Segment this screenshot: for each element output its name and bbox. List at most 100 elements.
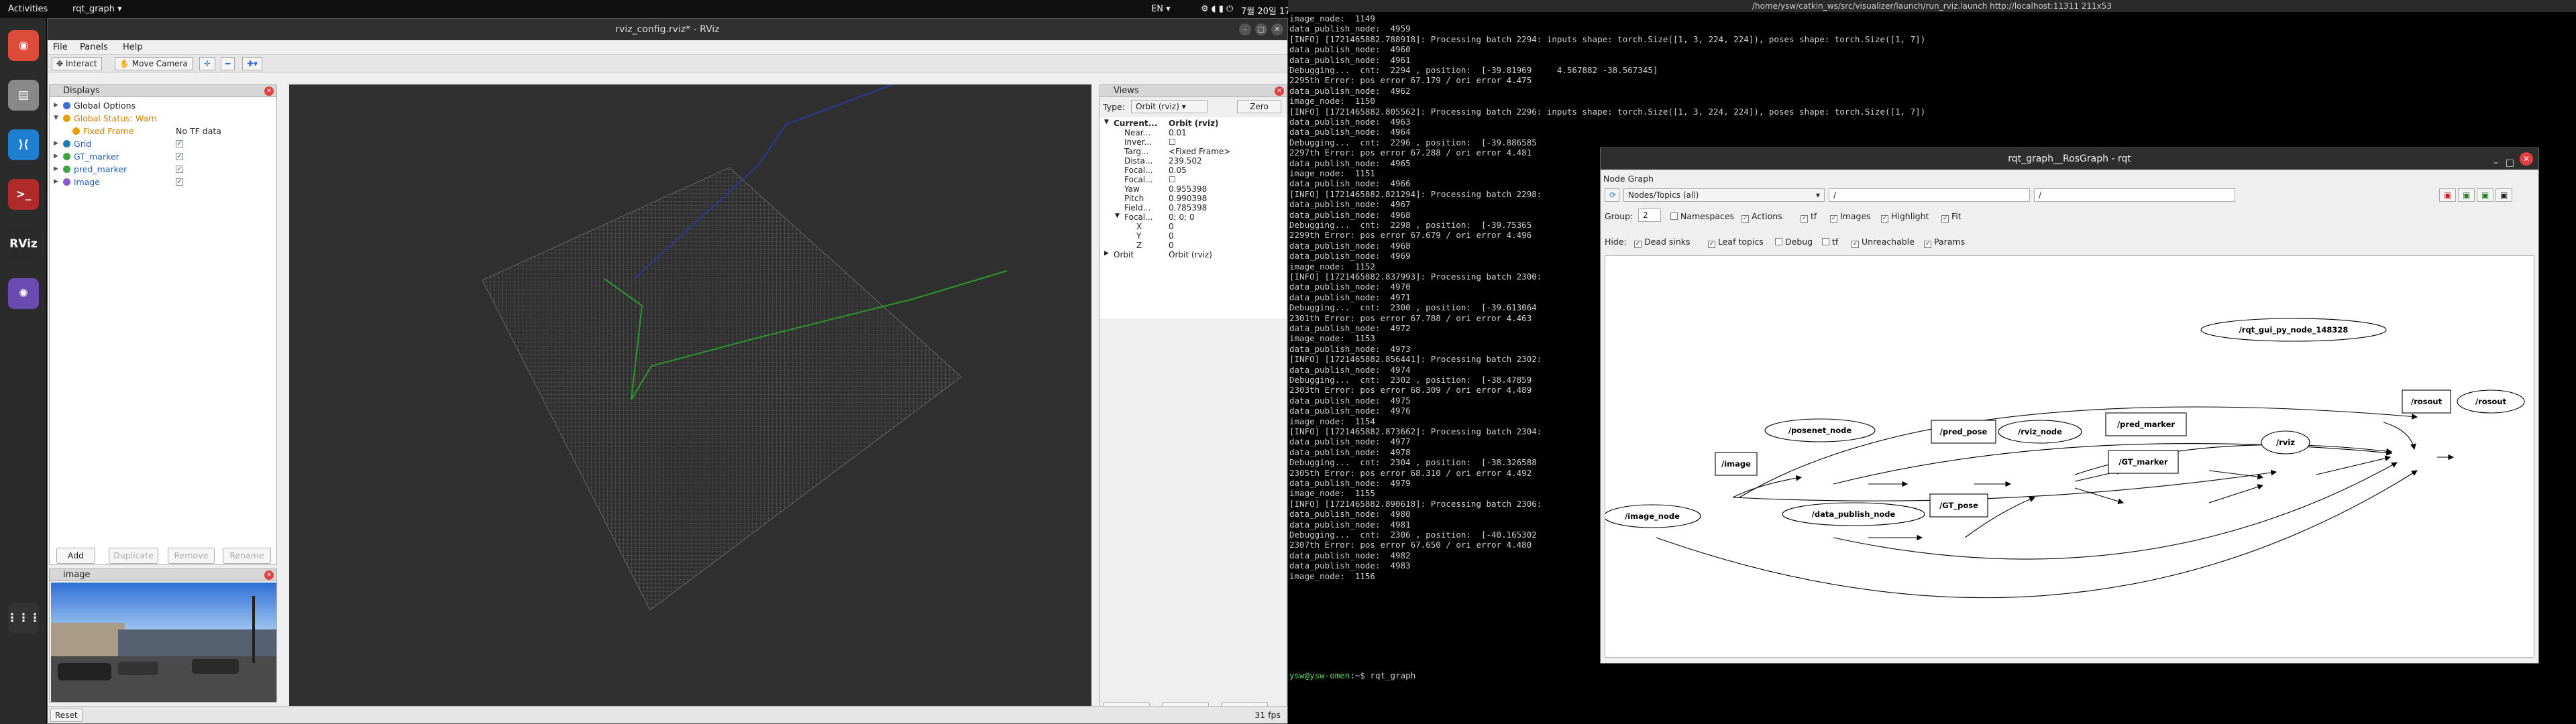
move-camera-button[interactable]: ✋ Move Camera [115, 57, 193, 70]
remove-button[interactable]: Remove [168, 548, 215, 564]
view-property-row[interactable]: Targ... <Fixed Frame> [1102, 147, 1287, 157]
hide-params[interactable]: ✓ Params [1924, 237, 1965, 248]
save-icon[interactable]: ▣ [2439, 188, 2457, 202]
display-row[interactable]: ▶ image ✓ [50, 176, 276, 188]
checkbox[interactable]: ✓ [1881, 215, 1888, 223]
close-panel-icon[interactable]: ✕ [264, 86, 274, 96]
reset-button[interactable]: Reset [50, 709, 83, 722]
view-property-row[interactable]: Inver... ☐ [1102, 137, 1287, 147]
node-posenet-node[interactable]: /posenet_node [1788, 426, 1852, 436]
option-namespaces[interactable]: Namespaces [1670, 211, 1734, 221]
checkbox[interactable]: ✓ [1941, 215, 1949, 223]
topic-pred-marker[interactable]: /pred_marker [2117, 420, 2175, 430]
checkbox[interactable]: ✓ [1924, 241, 1931, 248]
view-property-row[interactable]: Field... 0.785398 [1102, 203, 1287, 213]
display-row[interactable]: ▶ Grid ✓ [50, 138, 276, 150]
checkbox[interactable]: ✓ [1634, 241, 1642, 248]
group-spinbox[interactable]: 2 [1638, 208, 1661, 222]
rqt-maximize-icon[interactable]: □ [2506, 152, 2514, 174]
menu-help[interactable]: Help [123, 42, 143, 52]
display-enabled-checkbox[interactable]: ✓ [176, 178, 183, 186]
export-icon[interactable]: ▣ [2477, 188, 2494, 202]
display-enabled-checkbox[interactable]: ✓ [176, 153, 183, 160]
measure-icon[interactable]: ━ [221, 57, 235, 70]
view-property-row[interactable]: Focal... ▼ 0; 0; 0 [1102, 213, 1287, 223]
display-row[interactable]: ▶ pred_marker ✓ [50, 164, 276, 176]
view-property-row[interactable]: Orbit ▶ Orbit (rviz) [1102, 250, 1287, 260]
topic-gt-marker[interactable]: /GT_marker [2118, 457, 2168, 467]
topic-filter-input[interactable]: / [2034, 188, 2235, 202]
rviz-title-bar[interactable]: rviz_config.rviz* - RViz – □ ✕ [48, 19, 1287, 40]
option-tf[interactable]: ✓ tf [1801, 211, 1817, 223]
system-tray-icon[interactable]: ⚙ ◖ ▮ ⏻ [1201, 4, 1233, 14]
expand-arrow-icon[interactable]: ▶ [1104, 250, 1109, 257]
expand-arrow-icon[interactable]: ▶ [54, 140, 58, 147]
option-images[interactable]: ✓ Images [1830, 211, 1871, 223]
topic-image[interactable]: /image [1721, 459, 1751, 469]
rqt-close-icon[interactable]: ✕ [2520, 152, 2533, 166]
files-icon[interactable]: ▤ [8, 80, 39, 111]
close-icon[interactable]: ✕ [1271, 23, 1283, 36]
checkbox[interactable]: ✓ [1741, 215, 1749, 223]
option-fit[interactable]: ✓ Fit [1941, 211, 1962, 223]
rqt-title-bar[interactable]: rqt_graph__RosGraph - rqt – □ ✕ [1601, 148, 2538, 170]
add-display-button[interactable]: Add [56, 548, 95, 564]
view-property-row[interactable]: Y0 [1102, 231, 1287, 241]
view-property-row[interactable]: X0 [1102, 222, 1287, 232]
zero-button[interactable]: Zero [1237, 100, 1281, 113]
view-property-row[interactable]: Focal... ☐ [1102, 175, 1287, 185]
expand-arrow-icon[interactable]: ▶ [54, 153, 58, 160]
menu-panels[interactable]: Panels [80, 42, 108, 52]
view-property-row[interactable]: Yaw 0.955398 [1102, 184, 1287, 194]
app-menu[interactable]: rqt_graph ▾ [72, 4, 122, 14]
view-property-row[interactable]: Pitch 0.990398 [1102, 194, 1287, 204]
duplicate-button[interactable]: Duplicate [109, 548, 158, 564]
expand-arrow-icon[interactable]: ▶ [54, 102, 58, 109]
pose-icon[interactable]: ✚▾ [242, 57, 263, 70]
rqt-minimize-icon[interactable]: – [2493, 152, 2498, 174]
checkbox[interactable] [1670, 213, 1678, 220]
close-image-panel-icon[interactable]: ✕ [264, 570, 274, 580]
checkbox[interactable] [1775, 238, 1782, 245]
expand-arrow-icon[interactable]: ▼ [1115, 213, 1120, 219]
expand-arrow-icon[interactable]: ▶ [54, 166, 58, 172]
node-data-publish-node[interactable]: /data_publish_node [1812, 509, 1896, 520]
display-enabled-checkbox[interactable]: ✓ [176, 166, 183, 173]
node-image-node[interactable]: /image_node [1625, 511, 1680, 522]
other-icon[interactable]: ✺ [8, 278, 39, 309]
checkbox[interactable]: ✓ [1830, 215, 1837, 223]
close-views-icon[interactable]: ✕ [1275, 86, 1284, 96]
hide-leaf-topics[interactable]: ✓ Leaf topics [1708, 237, 1764, 248]
view-property-row[interactable]: Dista... 239.502 [1102, 156, 1287, 166]
node-rviz[interactable]: /rviz [2276, 438, 2295, 447]
rviz-icon[interactable]: RViz [8, 229, 39, 259]
hide-tf[interactable]: tf [1822, 237, 1838, 247]
chrome-icon[interactable]: ◉ [8, 30, 39, 61]
topic-pred-pose[interactable]: /pred_pose [1940, 427, 1988, 437]
checkbox[interactable]: ✓ [1851, 241, 1859, 248]
checkbox[interactable]: ✓ [1801, 215, 1808, 223]
expand-arrow-icon[interactable]: ▼ [1104, 119, 1109, 125]
topic-rosout[interactable]: /rosout [2411, 397, 2443, 406]
topic-gt-pose[interactable]: /GT_pose [1939, 501, 1978, 511]
screenshot-icon[interactable]: ▣ [2496, 188, 2513, 202]
terminal-prompt[interactable]: ysw@ysw-omen:~$ rqt_graph [1289, 670, 1415, 680]
apps-icon[interactable]: ⋮⋮⋮ [7, 603, 41, 634]
view-property-row[interactable]: Current... ▼ Orbit (rviz) [1102, 119, 1287, 129]
expand-arrow-icon[interactable]: ▶ [54, 178, 58, 185]
language-indicator[interactable]: EN ▾ [1151, 4, 1171, 14]
3d-viewport[interactable] [289, 84, 1091, 721]
display-row[interactable]: ▼ Global Status: Warn [50, 113, 276, 125]
select-icon[interactable]: ✛ [199, 57, 216, 70]
maximize-icon[interactable]: □ [1255, 23, 1267, 36]
refresh-icon[interactable]: ⟳ [1605, 188, 1619, 202]
option-actions[interactable]: ✓ Actions [1741, 211, 1782, 223]
display-row[interactable]: ▶ GT_marker ✓ [50, 151, 276, 163]
node-rosout[interactable]: /rosout [2475, 397, 2507, 406]
terminal-icon[interactable]: >_ [8, 179, 39, 210]
node-filter-input[interactable]: / [1829, 188, 2030, 202]
rename-button[interactable]: Rename [223, 548, 271, 564]
view-property-row[interactable]: Z0 [1102, 241, 1287, 251]
interact-button[interactable]: ✥ Interact [52, 57, 102, 70]
option-highlight[interactable]: ✓ Highlight [1881, 211, 1929, 223]
